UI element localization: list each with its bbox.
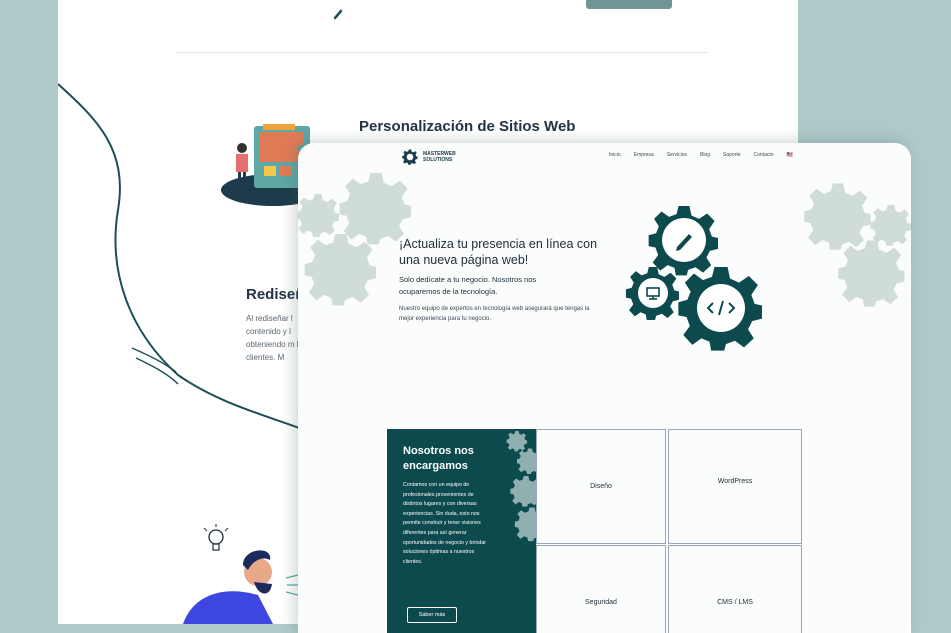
flag-us-icon[interactable]: 🇺🇸 (787, 152, 793, 158)
hero-subtitle: Solo dedícate a tu negocio. Nosotros nos… (399, 275, 537, 296)
about-section: Nosotros nos encargamos Contamos con un … (387, 429, 536, 633)
service-label: CMS / LMS (717, 599, 753, 606)
service-label: Seguridad (585, 599, 617, 606)
hero-description: Nuestro equipo de expertos en tecnología… (399, 306, 590, 322)
hero-title: ¡Actualiza tu presencia en línea con una… (399, 237, 598, 267)
hero-gears-illustration (625, 206, 762, 351)
about-title: Nosotros nos encargamos (403, 445, 474, 472)
service-card-wordpress[interactable]: WordPress (668, 429, 802, 544)
top-button[interactable] (586, 0, 672, 9)
section-title: Personalización de Sitios Web (359, 118, 576, 135)
service-card-diseno[interactable]: Diseño (536, 429, 666, 544)
lightbulb-icon (203, 524, 229, 551)
decorative-gears (298, 173, 911, 307)
service-card-seguridad[interactable]: Seguridad (536, 545, 666, 633)
saber-mas-button[interactable]: Saber más (407, 607, 457, 623)
service-card-cms[interactable]: CMS / LMS (668, 545, 802, 633)
about-gears-decoration (506, 431, 536, 542)
nav-item-blog[interactable]: Blog (700, 152, 710, 158)
divider (177, 52, 708, 53)
section-title-partial: Rediseñ (246, 286, 305, 303)
service-label: WordPress (717, 478, 753, 485)
about-text: Contamos con un equipo de profesionales … (403, 482, 487, 565)
service-label: Diseño (590, 483, 612, 490)
nav-item-soporte[interactable]: Soporte (723, 152, 741, 158)
nav-item-contacto[interactable]: Contacto (754, 152, 774, 158)
website-mockup: MASTERWEB SOLUTIONS Inicio Empresa Servi… (298, 143, 911, 633)
nav-menu: Inicio Empresa Servicios Blog Soporte Co… (609, 152, 793, 158)
nav-item-servicios[interactable]: Servicios (667, 152, 687, 158)
nav-item-inicio[interactable]: Inicio (609, 152, 621, 158)
services-grid: Diseño WordPress Seguridad CMS / LMS (536, 429, 802, 633)
nav-item-empresa[interactable]: Empresa (634, 152, 654, 158)
